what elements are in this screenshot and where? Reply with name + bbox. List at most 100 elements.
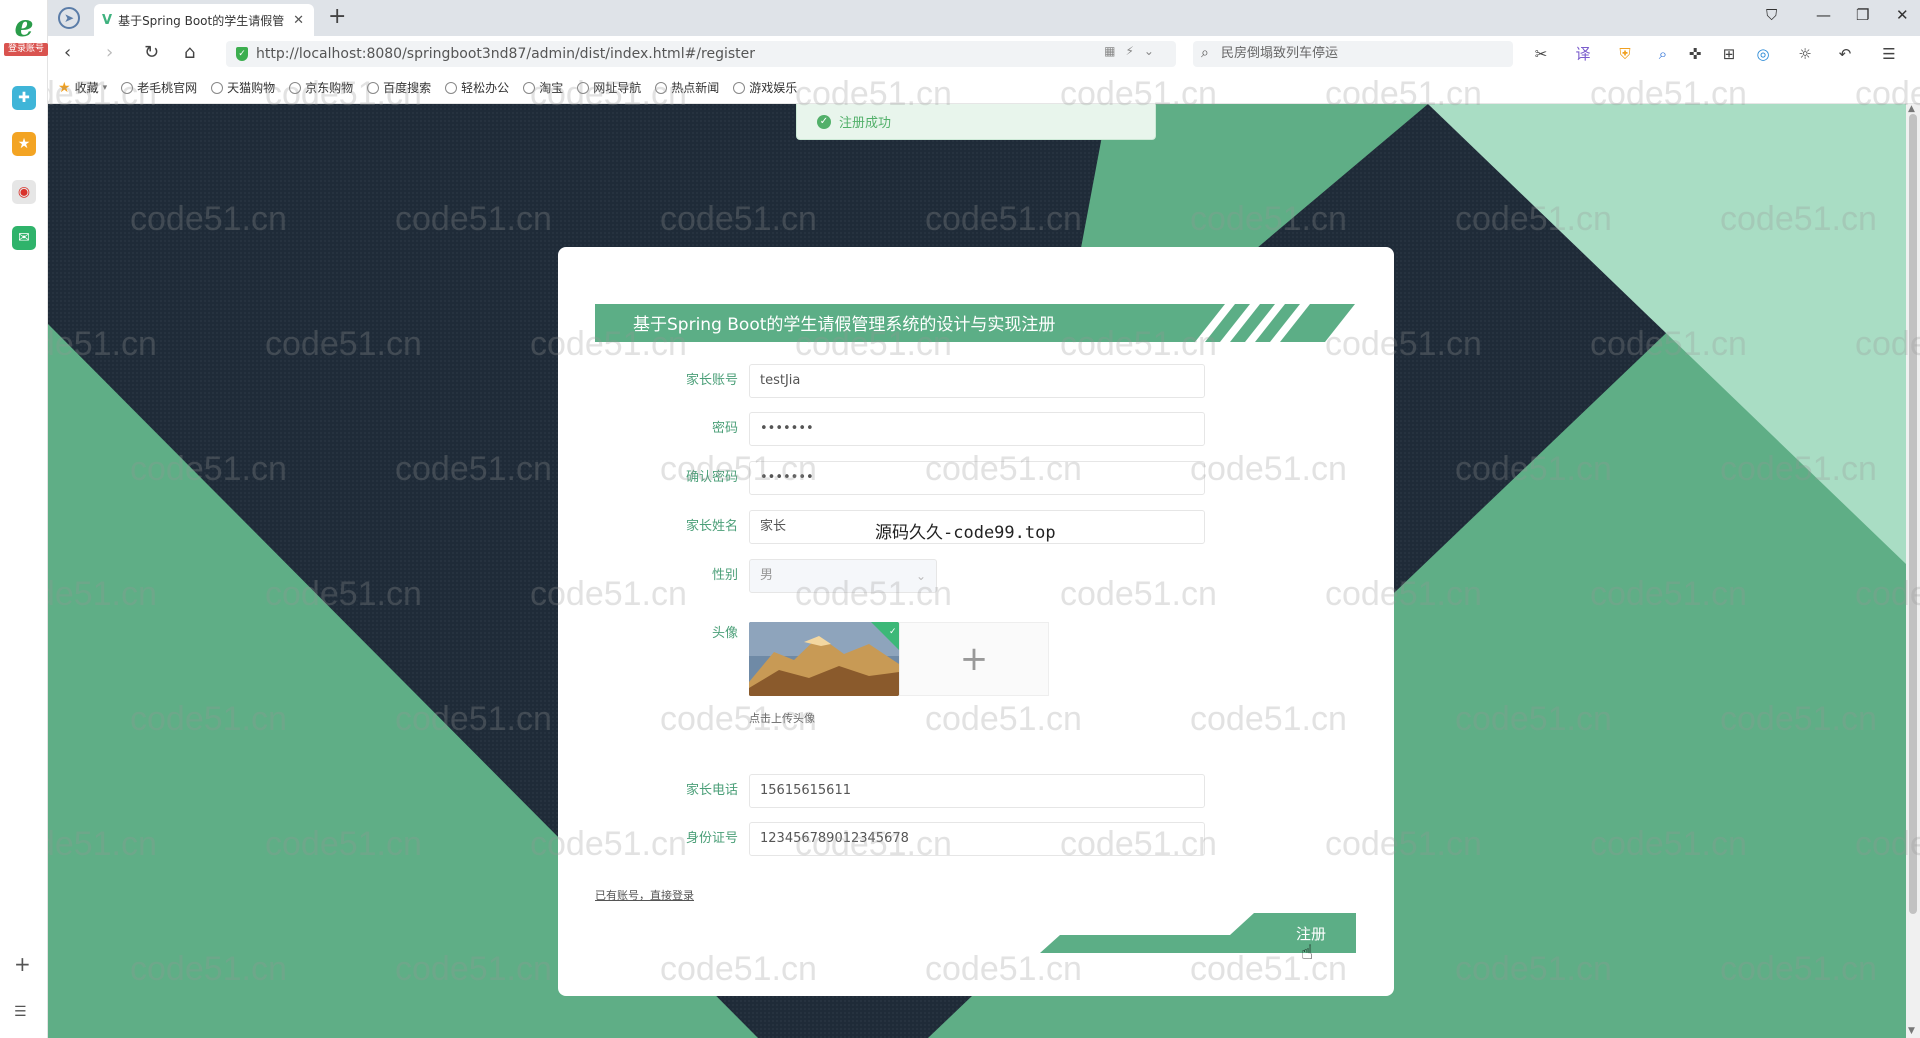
scroll-down-icon[interactable]: ▼	[1908, 1026, 1915, 1036]
tab-close-icon[interactable]: ✕	[293, 13, 304, 28]
field-label: 确认密码	[685, 470, 738, 485]
globe-icon	[733, 81, 746, 94]
avatar-preview[interactable]: ✓	[749, 622, 899, 696]
browser-sidebar: e 登录账号 ✚ ★ ◉ ✉ + ☰	[0, 0, 48, 1038]
scroll-up-icon[interactable]: ▲	[1908, 104, 1915, 114]
close-window-button[interactable]: ✕	[1896, 6, 1909, 24]
brightness-icon[interactable]: ☼	[1794, 43, 1816, 65]
bookmark-item[interactable]: 天猫购物	[211, 79, 275, 96]
bookmark-item[interactable]: 轻松办公	[445, 79, 509, 96]
browser-logo-icon: e	[14, 9, 34, 44]
search-suggestion[interactable]: 民房倒塌致列车停运	[1221, 46, 1338, 61]
login-link[interactable]: 已有账号，直接登录	[595, 887, 694, 903]
field-label: 家长姓名	[685, 519, 738, 534]
bookmark-item[interactable]: 热点新闻	[655, 79, 719, 96]
form-row-phone: 家长电话 15615615611	[558, 774, 1394, 808]
medical-plus-icon[interactable]: ✚	[12, 86, 36, 110]
bookmark-item[interactable]: 百度搜索	[367, 79, 431, 96]
register-card: 基于Spring Boot的学生请假管理系统的设计与实现注册 家长账号 test…	[558, 247, 1394, 996]
toast-message: 注册成功	[839, 116, 892, 131]
phone-input[interactable]: 15615615611	[749, 774, 1205, 808]
address-tools-icon[interactable]: ▦⚡⌄	[1104, 44, 1164, 58]
browser-toolbar: ‹ › ↻ ⌂ ✓ http://localhost:8080/springbo…	[48, 36, 1920, 72]
success-toast: ✓ 注册成功	[796, 104, 1156, 140]
navigation-compass-icon[interactable]: ➤	[58, 7, 80, 29]
address-bar[interactable]: ✓ http://localhost:8080/springboot3nd87/…	[226, 41, 1176, 67]
weibo-icon[interactable]: ◉	[12, 180, 36, 204]
id-number-input[interactable]: 123456789012345678	[749, 822, 1205, 856]
puzzle-extension-icon[interactable]: ✜	[1684, 43, 1706, 65]
tab-title: 基于Spring Boot的学生请假管	[118, 13, 285, 28]
login-account-badge[interactable]: 登录账号	[4, 43, 48, 56]
globe-icon	[367, 81, 380, 94]
plus-icon: +	[959, 639, 989, 679]
edge-sync-icon[interactable]: ◎	[1752, 43, 1774, 65]
address-url[interactable]: http://localhost:8080/springboot3nd87/ad…	[256, 46, 755, 62]
form-row-password: 密码 •••••••	[558, 412, 1394, 446]
bookmark-item[interactable]: 老毛桃官网	[121, 79, 197, 96]
hand-cursor-icon: ☝	[1301, 940, 1314, 964]
scrollbar-thumb[interactable]	[1909, 114, 1917, 914]
shield-extension-icon[interactable]: ⛨	[1614, 43, 1636, 65]
scissors-icon[interactable]: ✂	[1530, 43, 1552, 65]
globe-icon	[655, 81, 668, 94]
vue-favicon-icon: V	[102, 12, 113, 28]
reload-icon[interactable]: ↻	[144, 42, 159, 64]
star-favorites-icon[interactable]: ★	[12, 132, 36, 156]
tab-bar: ➤ V 基于Spring Boot的学生请假管 ✕ + ⛉ — ❐ ✕	[48, 0, 1920, 36]
search-icon: ⌕	[1201, 45, 1209, 61]
field-label: 身份证号	[685, 831, 738, 846]
gender-select[interactable]: 男 ⌄	[749, 559, 937, 593]
list-menu-icon[interactable]: ☰	[14, 1004, 27, 1020]
globe-icon	[445, 81, 458, 94]
minimize-button[interactable]: —	[1816, 6, 1831, 24]
bookmark-item[interactable]: 网址导航	[577, 79, 641, 96]
account-input[interactable]: testJia	[749, 364, 1205, 398]
home-icon[interactable]: ⌂	[184, 42, 195, 64]
magnifier-extension-icon[interactable]: ⌕	[1652, 43, 1674, 65]
main-menu-icon[interactable]: ☰	[1878, 43, 1900, 65]
bookmark-item[interactable]: 游戏娱乐	[733, 79, 797, 96]
chevron-down-icon[interactable]: ▾	[103, 83, 108, 93]
new-tab-button[interactable]: +	[328, 4, 346, 30]
globe-icon	[211, 81, 224, 94]
skin-icon[interactable]: ⛉	[1766, 6, 1777, 24]
field-label: 性别	[711, 568, 738, 583]
add-icon[interactable]: +	[14, 952, 31, 976]
page-scrollbar[interactable]: ▲ ▼	[1906, 104, 1920, 1038]
form-row-id-number: 身份证号 123456789012345678	[558, 822, 1394, 856]
field-label: 家长电话	[685, 783, 738, 798]
globe-icon	[523, 81, 536, 94]
grid-apps-icon[interactable]: ⊞	[1718, 43, 1740, 65]
mail-icon[interactable]: ✉	[12, 226, 36, 250]
active-tab[interactable]: V 基于Spring Boot的学生请假管 ✕	[94, 4, 314, 36]
bookmarks-bar: ★ 收藏 ▾ 老毛桃官网 天猫购物 京东购物 百度搜索 轻松办公 淘宝 网址导航 热…	[48, 72, 1920, 104]
success-check-icon: ✓	[817, 114, 831, 129]
gender-value: 男	[760, 568, 774, 583]
mountain-photo: ✓	[749, 622, 899, 696]
secure-shield-icon: ✓	[236, 47, 248, 61]
field-label: 密码	[711, 421, 738, 436]
undo-icon[interactable]: ↶	[1834, 43, 1856, 65]
confirm-password-input[interactable]: •••••••	[749, 461, 1205, 495]
avatar-upload-button[interactable]: +	[899, 622, 1049, 696]
browser-logo[interactable]: e 登录账号	[4, 9, 48, 56]
source-watermark-text: 源码久久-code99.top	[875, 523, 1056, 543]
password-input[interactable]: •••••••	[749, 412, 1205, 446]
avatar-label: 头像	[711, 626, 738, 641]
forward-icon[interactable]: ›	[106, 42, 113, 64]
bookmark-favorites[interactable]: ★ 收藏 ▾	[58, 79, 107, 96]
avatar-upload-hint: 点击上传头像	[749, 712, 815, 725]
star-icon: ★	[58, 79, 71, 96]
field-label: 家长账号	[685, 373, 738, 388]
bookmark-item[interactable]: 淘宝	[523, 79, 563, 96]
restore-button[interactable]: ❐	[1856, 6, 1869, 24]
page-viewport: ✓ 注册成功 基于Spring Boot的学生请假管理系统的设计与实现注册 家长…	[48, 104, 1906, 1038]
bookmark-item[interactable]: 京东购物	[289, 79, 353, 96]
back-icon[interactable]: ‹	[64, 42, 71, 64]
search-box[interactable]: ⌕ 民房倒塌致列车停运	[1193, 41, 1513, 67]
page-title: 基于Spring Boot的学生请假管理系统的设计与实现注册	[633, 315, 1056, 335]
globe-icon	[577, 81, 590, 94]
translate-icon[interactable]: 译	[1572, 43, 1594, 65]
form-row-confirm-password: 确认密码 •••••••	[558, 461, 1394, 495]
